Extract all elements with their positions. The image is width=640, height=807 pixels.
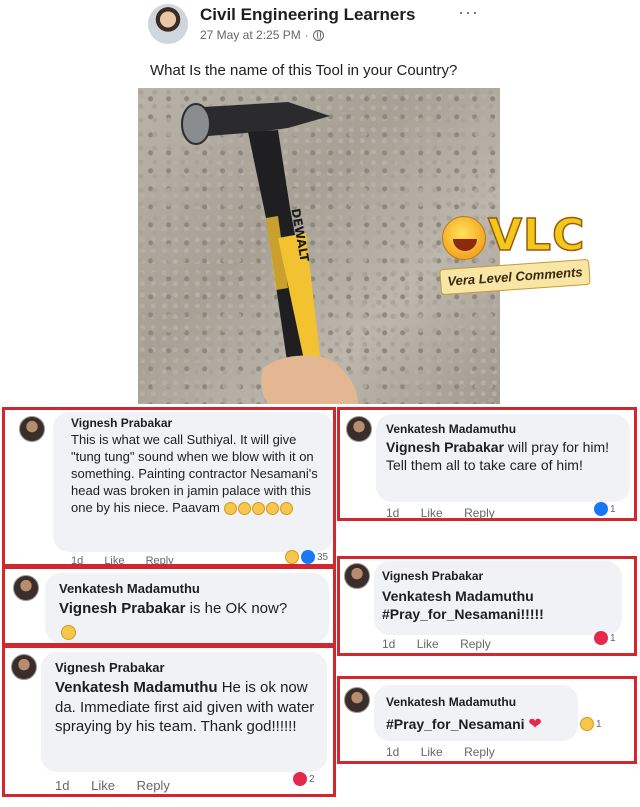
reaction-count[interactable]: 1 <box>580 717 602 731</box>
avatar[interactable] <box>13 575 39 601</box>
comment-box: Vignesh Prabakar Venkatesh Madamuthu #Pr… <box>337 556 637 656</box>
comment-text: Vignesh Prabakar is he OK now? <box>59 600 288 617</box>
reply-button[interactable]: Reply <box>464 745 495 759</box>
like-button[interactable]: Like <box>91 778 115 793</box>
haha-reaction-icon <box>285 550 299 564</box>
comment-time: 1d <box>55 778 70 793</box>
avatar[interactable] <box>344 687 370 713</box>
post-text: What Is the name of this Tool in your Co… <box>150 62 458 79</box>
globe-icon <box>312 29 324 41</box>
comment-box: Venkatesh Madamuthu Vignesh Prabakar wil… <box>337 407 637 521</box>
comment-text: #Pray_for_Nesamani ❤ <box>386 716 542 733</box>
mention-link[interactable]: Venkatesh Madamuthu <box>55 679 218 696</box>
page-name[interactable]: Civil Engineering Learners <box>200 5 415 25</box>
comment-actions: 1d Like Reply <box>55 778 188 793</box>
comment-text: Vignesh Prabakar will pray for him! Tell… <box>386 439 610 474</box>
vlc-watermark: VLC Vera Level Comments <box>439 209 591 300</box>
like-reaction-icon <box>301 550 315 564</box>
vlc-letters: VLC <box>487 209 586 262</box>
more-options-icon[interactable]: ··· <box>458 2 479 23</box>
comment-box: Venkatesh Madamuthu Vignesh Prabakar is … <box>2 566 336 646</box>
avatar[interactable] <box>11 654 37 680</box>
reaction-count[interactable]: 1 <box>594 631 616 645</box>
reply-button[interactable]: Reply <box>464 506 495 520</box>
comment-box: Vignesh Prabakar This is what we call Su… <box>2 407 336 567</box>
love-reaction-icon <box>594 631 608 645</box>
mention-link[interactable]: Venkatesh Madamuthu <box>382 587 618 605</box>
love-reaction-icon <box>293 772 307 786</box>
sad-emoji-icon <box>251 501 265 515</box>
comment-text: Venkatesh Madamuthu #Pray_for_Nesamani!!… <box>382 587 618 623</box>
comment-text: Venkatesh Madamuthu He is ok now da. Imm… <box>55 679 315 735</box>
vlc-tagline: Vera Level Comments <box>439 258 591 296</box>
avatar[interactable] <box>19 416 45 442</box>
comment-actions: 1d Like Reply <box>382 637 509 651</box>
like-button[interactable]: Like <box>417 637 439 651</box>
comment-time: 1d <box>386 745 400 759</box>
sad-emoji-icon <box>61 625 76 640</box>
comment-author[interactable]: Venkatesh Madamuthu <box>386 422 516 436</box>
haha-reaction-icon <box>580 717 594 731</box>
post-timestamp[interactable]: 27 May at 2:25 PM <box>200 28 301 42</box>
comment-time: 1d <box>386 506 400 520</box>
sad-emoji-icon <box>237 501 251 515</box>
reply-button[interactable]: Reply <box>460 637 491 651</box>
page-avatar[interactable] <box>148 4 188 44</box>
comment-time: 1d <box>382 637 396 651</box>
comment-author[interactable]: Vignesh Prabakar <box>71 416 172 430</box>
reply-button[interactable]: Reply <box>137 778 170 793</box>
laughing-face-icon <box>442 216 486 260</box>
reaction-count[interactable]: 35 <box>285 550 328 564</box>
sad-emoji-icon <box>279 501 293 515</box>
like-reaction-icon <box>594 502 608 516</box>
comment-text: This is what we call Suthiyal. It will g… <box>71 432 318 515</box>
post-meta: 27 May at 2:25 PM · <box>200 28 324 42</box>
comment-actions: 1d Like Reply <box>386 506 513 520</box>
avatar[interactable] <box>346 416 372 442</box>
sad-emoji-icon <box>265 501 279 515</box>
like-button[interactable]: Like <box>421 745 443 759</box>
mention-link[interactable]: Vignesh Prabakar <box>59 600 185 617</box>
comment-box: Vignesh Prabakar Venkatesh Madamuthu He … <box>2 645 336 797</box>
post-header: Civil Engineering Learners 27 May at 2:2… <box>148 2 498 48</box>
heart-icon: ❤ <box>528 716 542 733</box>
reaction-count[interactable]: 1 <box>594 502 616 516</box>
reaction-count[interactable]: 2 <box>293 772 315 786</box>
comment-author[interactable]: Vignesh Prabakar <box>382 569 483 583</box>
avatar[interactable] <box>344 563 370 589</box>
mention-link[interactable]: Vignesh Prabakar <box>386 439 504 455</box>
sad-emoji-icon <box>223 501 237 515</box>
comment-box: Venkatesh Madamuthu #Pray_for_Nesamani ❤… <box>337 676 637 764</box>
comment-author[interactable]: Venkatesh Madamuthu <box>386 695 516 709</box>
like-button[interactable]: Like <box>421 506 443 520</box>
comment-author[interactable]: Vignesh Prabakar <box>55 660 165 675</box>
comment-author[interactable]: Venkatesh Madamuthu <box>59 581 200 596</box>
comment-actions: 1d Like Reply <box>386 745 513 759</box>
meta-separator: · <box>304 28 309 42</box>
